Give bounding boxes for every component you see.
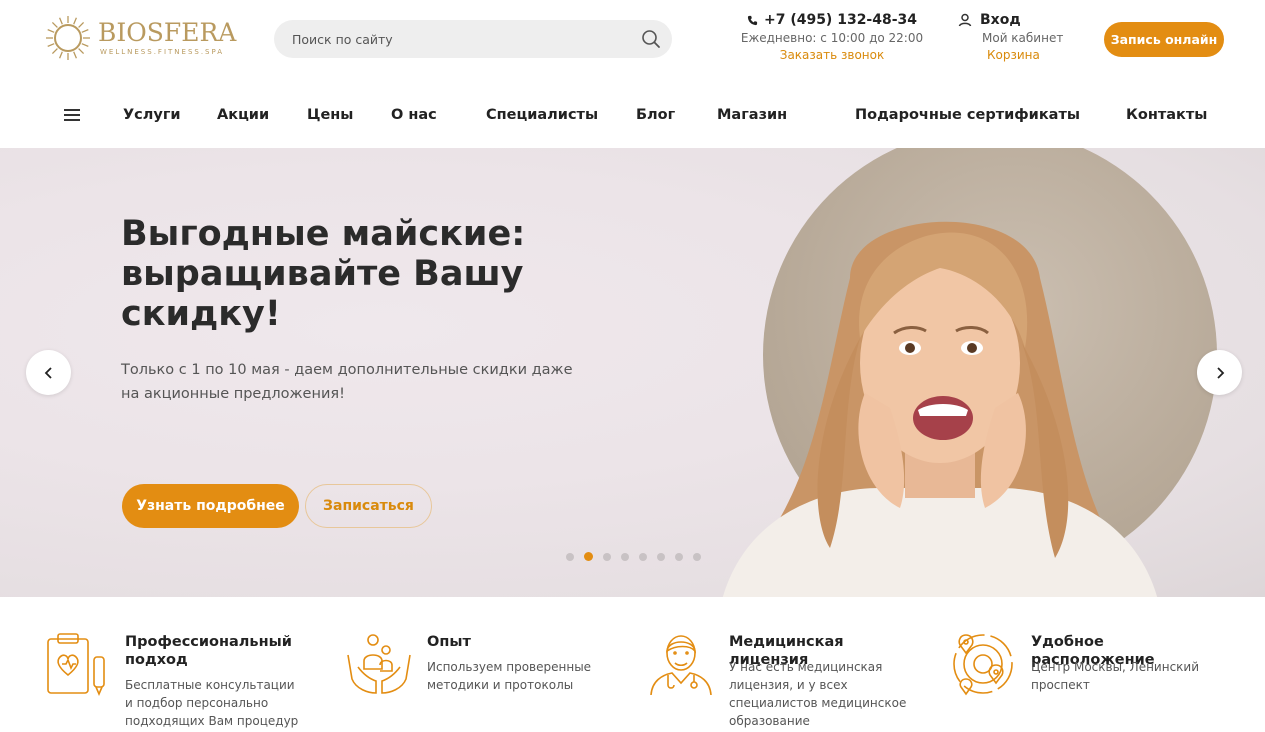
slider-next-button[interactable] [1197, 350, 1242, 395]
slider-dot[interactable] [639, 552, 647, 561]
search-input[interactable] [274, 20, 614, 58]
nav-item-prices[interactable]: Цены [307, 107, 353, 123]
slider-dot[interactable] [675, 552, 683, 561]
nav-item-blog[interactable]: Блог [636, 107, 675, 123]
search-icon[interactable] [640, 28, 662, 50]
slider-pagination [566, 552, 701, 561]
location-target-icon [953, 634, 1013, 696]
chevron-left-icon [44, 366, 52, 379]
sign-up-button[interactable]: Записаться [305, 484, 432, 528]
clipboard-heart-icon [47, 633, 105, 697]
hero-slider: Выгодные майские: выращивайте Вашу скидк… [0, 148, 1265, 597]
slider-dot[interactable] [693, 552, 701, 561]
feature-text: Центр Москвы, Ленинский проспект [1031, 660, 1200, 692]
header: BIOSFERA WELLNESS.FITNESS.SPA +7 (495) 1… [0, 0, 1265, 80]
feature-text: Бесплатные консультации и подбор персона… [125, 678, 299, 728]
feature-title: Опыт [427, 634, 471, 650]
feature-text: Используем проверенные методики и проток… [427, 660, 592, 692]
search-box [274, 20, 672, 58]
contact-block: +7 (495) 132-48-34 Ежедневно: с 10:00 до… [740, 12, 924, 62]
book-online-button[interactable]: Запись онлайн [1104, 22, 1224, 57]
login-label: Вход [980, 12, 1021, 28]
sun-logo-icon [46, 16, 90, 60]
brand-tagline: WELLNESS.FITNESS.SPA [100, 48, 225, 56]
brand-name: BIOSFERA [98, 18, 237, 47]
doctor-icon [650, 635, 712, 696]
nav-item-shop[interactable]: Магазин [717, 107, 787, 123]
working-hours: Ежедневно: с 10:00 до 22:00 [740, 31, 924, 45]
user-icon [958, 13, 972, 27]
slider-dot[interactable] [603, 552, 611, 561]
menu-icon[interactable] [64, 109, 80, 123]
features-section: Профессиональный подход Бесплатные консу… [0, 597, 1265, 732]
slider-prev-button[interactable] [26, 350, 71, 395]
nav-item-services[interactable]: Услуги [123, 107, 181, 123]
my-cabinet-link[interactable]: Мой кабинет [982, 31, 1068, 45]
main-nav: Услуги Акции Цены О нас Специалисты Блог… [0, 92, 1265, 142]
logo[interactable]: BIOSFERA WELLNESS.FITNESS.SPA [44, 14, 237, 64]
learn-more-button[interactable]: Узнать подробнее [122, 484, 299, 528]
nav-item-promotions[interactable]: Акции [217, 107, 269, 123]
caring-hands-icon [347, 634, 411, 694]
slider-dot-active[interactable] [584, 552, 593, 561]
login-link[interactable]: Вход [958, 12, 1068, 28]
callback-link[interactable]: Заказать звонок [740, 48, 924, 62]
nav-item-contacts[interactable]: Контакты [1126, 107, 1207, 123]
feature-text: У нас есть медицинская лицензия, и у все… [729, 660, 907, 728]
slider-dot[interactable] [621, 552, 629, 561]
phone-icon [747, 15, 758, 25]
nav-item-gift-certificates[interactable]: Подарочные сертификаты [855, 107, 1080, 123]
chevron-right-icon [1216, 366, 1224, 379]
hero-image [723, 221, 1157, 597]
nav-item-about[interactable]: О нас [391, 107, 437, 123]
phone-link[interactable]: +7 (495) 132-48-34 [740, 12, 924, 28]
cart-link[interactable]: Корзина [987, 48, 1068, 62]
slider-dot[interactable] [657, 552, 665, 561]
slider-dot[interactable] [566, 552, 574, 561]
nav-item-specialists[interactable]: Специалисты [486, 107, 598, 123]
hero-title: Выгодные майские: выращивайте Вашу скидк… [121, 214, 526, 334]
hero-subtitle: Только с 1 по 10 мая - даем дополнительн… [121, 362, 573, 402]
account-block: Вход Мой кабинет Корзина [958, 12, 1068, 62]
feature-title: Профессиональный подход [125, 634, 292, 668]
phone-number: +7 (495) 132-48-34 [763, 12, 918, 28]
